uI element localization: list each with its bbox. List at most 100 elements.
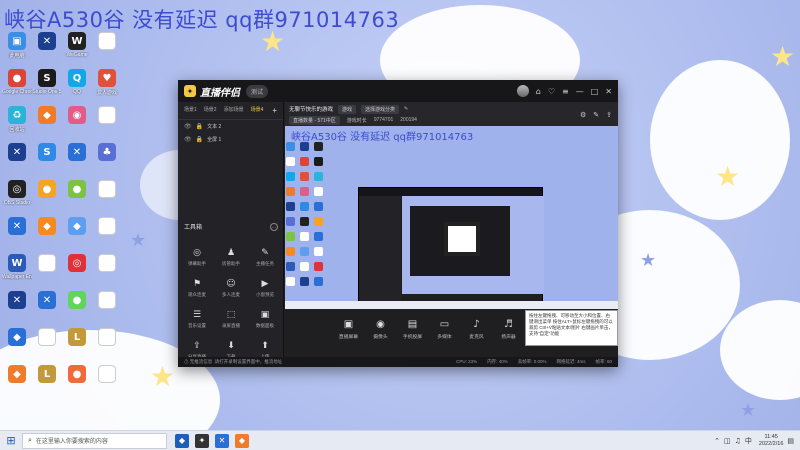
tool-button[interactable]: ☰ 音乐设置 <box>180 304 214 335</box>
lock-icon[interactable]: 🔒 <box>196 136 203 143</box>
tool-button[interactable]: ⬚ 录屏直播 <box>214 304 248 335</box>
category-select[interactable]: 选择游戏分类 <box>361 104 400 114</box>
favorite-icon[interactable]: ♡ <box>548 87 555 96</box>
desktop-icon-grid: ▣ 此电脑 ✕ W WeGame ● Google Chrome S Studio One 5 Q… <box>2 32 122 402</box>
desktop-icon[interactable]: ▣ 此电脑 <box>2 32 32 69</box>
desktop-icon[interactable] <box>92 217 122 254</box>
menu-icon[interactable]: ≡ <box>562 87 569 96</box>
desktop-icon[interactable] <box>92 291 122 328</box>
desktop-icon[interactable]: ● <box>62 365 92 402</box>
tool-button[interactable]: ◎ 弹幕助手 <box>180 242 214 273</box>
tool-button[interactable]: ▶ 小窗预览 <box>248 273 282 304</box>
desktop-icon[interactable]: ● <box>62 291 92 328</box>
control-button[interactable]: ♪ 麦克风 <box>463 319 490 357</box>
control-button[interactable]: ▤ 手机投屏 <box>399 319 426 357</box>
user-avatar[interactable] <box>516 85 529 97</box>
minimize-button[interactable]: — <box>576 87 584 96</box>
desktop-icon[interactable]: ● <box>32 180 62 217</box>
taskbar-app-icon[interactable]: ◆ <box>175 433 189 448</box>
close-button[interactable]: ✕ <box>605 87 612 96</box>
tab-scene-4[interactable]: 场景4 <box>251 106 264 115</box>
lock-icon[interactable]: 🔒 <box>196 123 203 130</box>
desktop-icon[interactable]: Q QQ <box>62 69 92 106</box>
taskbar-app-icon[interactable]: ✕ <box>215 433 229 448</box>
desktop-icon[interactable]: ◉ <box>62 106 92 143</box>
desktop-icon[interactable]: ♣ <box>92 143 122 180</box>
taskbar-app-icon[interactable]: ◆ <box>235 433 249 448</box>
desktop-icon[interactable]: W Wallpaper Engine <box>2 254 32 291</box>
tool-button[interactable]: ☺ 多人连麦 <box>214 273 248 304</box>
add-scene-button[interactable]: + <box>272 106 277 115</box>
share-icon[interactable]: ⇪ <box>606 111 612 119</box>
visibility-icon[interactable]: 👁 <box>184 123 192 130</box>
desktop-icon[interactable] <box>92 254 122 291</box>
network-icon[interactable]: ◫ <box>724 437 731 445</box>
control-button[interactable]: ▭ 多媒体 <box>431 319 458 357</box>
desktop-icon[interactable]: ◎ OBS Studio <box>2 180 32 217</box>
settings-icon[interactable]: ⚙ <box>580 111 586 119</box>
desktop-icon[interactable]: ◆ <box>32 106 62 143</box>
desktop-icon[interactable]: ✕ <box>62 143 92 180</box>
desktop-icon[interactable]: ♥ 爱人游戏 <box>92 69 122 106</box>
home-icon[interactable]: ⌂ <box>536 87 541 96</box>
desktop-icon[interactable]: ◆ <box>62 217 92 254</box>
tab-scene-3[interactable]: 添加场景 <box>224 106 244 115</box>
desktop-icon[interactable] <box>32 328 62 365</box>
stream-preview[interactable]: 峡谷A530谷 没有延迟 qq群971014763 <box>285 126 618 309</box>
app-icon: W <box>8 254 26 272</box>
tab-scene-2[interactable]: 场景2 <box>204 106 217 115</box>
app-icon: ✕ <box>38 32 56 50</box>
live-title[interactable]: 无聊节快乐的游戏 <box>289 105 333 113</box>
desktop-icon[interactable]: ◎ <box>62 254 92 291</box>
visibility-icon[interactable]: 👁 <box>184 136 192 143</box>
tray-expand-icon[interactable]: ⌃ <box>714 437 720 445</box>
desktop-icon[interactable]: W WeGame <box>62 32 92 69</box>
desktop-icon[interactable]: ⚙ <box>32 254 62 291</box>
desktop-icon[interactable]: ✕ <box>2 143 32 180</box>
taskbar: ⊞ ⌕ 在这里输入你要搜索的内容 ◆ ✦ ✕ ◆ ⌃ ◫ ♫ 中 11:45 2022… <box>0 430 800 450</box>
tab-scene-1[interactable]: 场景1 <box>184 106 197 115</box>
desktop-icon[interactable]: S Studio One 5 <box>32 69 62 106</box>
more-icon[interactable]: … <box>270 222 278 231</box>
edit-icon[interactable]: ✎ <box>593 111 599 119</box>
desktop-icon[interactable] <box>92 328 122 365</box>
desktop-icon[interactable]: ◆ <box>32 217 62 254</box>
desktop-icon[interactable]: ◆ <box>2 328 32 365</box>
clock[interactable]: 11:45 2022/2/16 <box>759 434 783 448</box>
desktop-icon[interactable]: S <box>32 143 62 180</box>
app-icon: ✕ <box>8 217 26 235</box>
start-button[interactable]: ⊞ <box>0 431 22 450</box>
desktop-icon[interactable] <box>92 32 122 69</box>
tool-button[interactable]: ▣ 数据面板 <box>248 304 282 335</box>
desktop-icon[interactable]: ● Google Chrome <box>2 69 32 106</box>
desktop-icon[interactable]: ♻ 回收站 <box>2 106 32 143</box>
source-item[interactable]: 👁 🔒 全屏 1 <box>178 133 283 146</box>
source-item[interactable]: 👁 🔒 文本 2 <box>178 120 283 133</box>
tool-button[interactable]: ⚑ 观众连麦 <box>180 273 214 304</box>
tool-button[interactable]: ♟ 房管助手 <box>214 242 248 273</box>
desktop-icon[interactable]: L <box>62 328 92 365</box>
desktop-icon[interactable]: ✕ <box>32 291 62 328</box>
search-input[interactable]: ⌕ 在这里输入你要搜索的内容 <box>22 432 167 449</box>
desktop-icon[interactable]: ✕ <box>2 217 32 254</box>
desktop-icon[interactable]: L <box>32 365 62 402</box>
desktop-icon[interactable]: ✕ <box>32 32 62 69</box>
control-button[interactable]: ▣ 直播屏幕 <box>335 319 362 357</box>
live-tag[interactable]: 游戏 <box>338 104 357 114</box>
volume-icon[interactable]: ♫ <box>735 437 741 445</box>
control-button[interactable]: ♬ 扬声器 <box>495 319 522 357</box>
taskbar-app-icon[interactable]: ✦ <box>195 433 209 448</box>
maximize-button[interactable]: □ <box>591 87 599 96</box>
notification-icon[interactable]: ▤ <box>787 437 794 445</box>
control-button[interactable]: ◉ 摄像头 <box>367 319 394 357</box>
edit-icon[interactable]: ✎ <box>404 106 408 112</box>
desktop-icon[interactable] <box>92 365 122 402</box>
preview-app-icon <box>300 202 309 211</box>
tool-button[interactable]: ✎ 主播任务 <box>248 242 282 273</box>
desktop-icon[interactable]: ✕ <box>2 291 32 328</box>
desktop-icon[interactable]: ◆ <box>2 365 32 402</box>
desktop-icon[interactable] <box>92 180 122 217</box>
input-method-icon[interactable]: 中 <box>745 436 752 446</box>
desktop-icon[interactable] <box>92 106 122 143</box>
desktop-icon[interactable]: ● <box>62 180 92 217</box>
